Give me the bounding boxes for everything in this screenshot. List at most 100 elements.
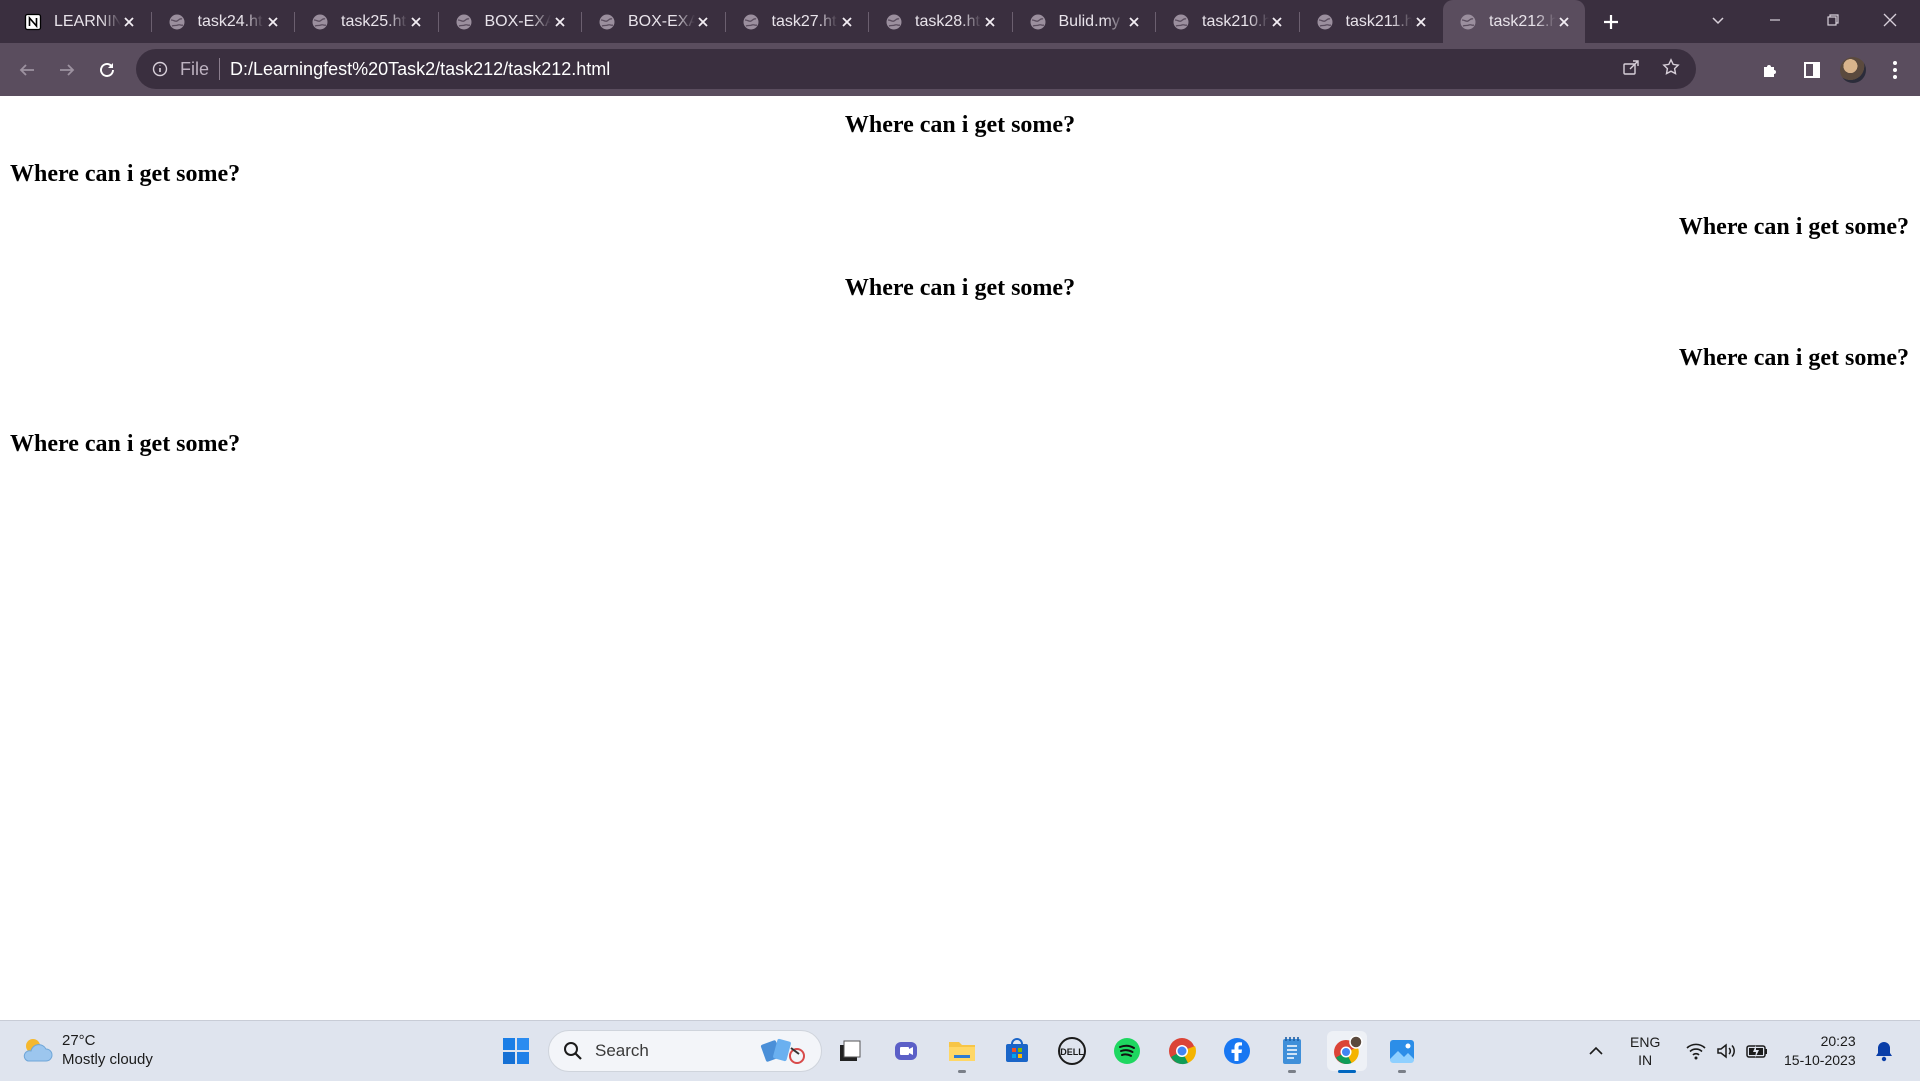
globe-icon bbox=[742, 13, 760, 31]
globe-icon bbox=[1316, 13, 1334, 31]
side-panel-icon bbox=[1804, 62, 1820, 78]
avatar bbox=[1840, 57, 1866, 83]
file-explorer-app[interactable] bbox=[942, 1031, 982, 1073]
language-indicator[interactable]: ENG IN bbox=[1630, 1021, 1660, 1081]
meet-icon bbox=[895, 1042, 917, 1060]
store-icon bbox=[1006, 1038, 1028, 1062]
forward-button[interactable] bbox=[50, 53, 84, 87]
folder-icon bbox=[949, 1042, 975, 1061]
tab-6[interactable]: task27.ht bbox=[726, 0, 868, 43]
info-icon[interactable] bbox=[150, 59, 170, 79]
tab-2[interactable]: task24.ht bbox=[152, 0, 294, 43]
windows-start-icon bbox=[503, 1038, 529, 1064]
tab-3[interactable]: task25.ht bbox=[295, 0, 437, 43]
tab-11[interactable]: task212.h bbox=[1443, 0, 1585, 43]
address-bar[interactable]: File D:/Learningfest%20Task2/task212/tas… bbox=[136, 49, 1696, 89]
search-highlight-icon bbox=[760, 1038, 805, 1064]
star-icon[interactable] bbox=[1662, 57, 1680, 81]
tab-7[interactable]: task28.ht bbox=[869, 0, 1011, 43]
chrome-profile-app[interactable] bbox=[1327, 1031, 1367, 1073]
store-app[interactable] bbox=[997, 1031, 1037, 1071]
heading-6: Where can i get some? bbox=[10, 431, 241, 457]
dell-app[interactable]: DELL bbox=[1052, 1031, 1092, 1071]
close-icon bbox=[1883, 13, 1897, 27]
close-icon[interactable] bbox=[1556, 13, 1573, 31]
quick-settings[interactable] bbox=[1685, 1021, 1769, 1081]
restore-icon bbox=[1827, 14, 1839, 26]
tab-label: task24.ht bbox=[197, 12, 263, 30]
chrome-icon bbox=[1169, 1038, 1196, 1065]
tab-5[interactable]: BOX-EXA bbox=[582, 0, 724, 43]
close-icon[interactable] bbox=[264, 13, 281, 31]
extensions-button[interactable] bbox=[1756, 55, 1786, 85]
close-icon[interactable] bbox=[695, 13, 712, 31]
reload-icon bbox=[100, 63, 114, 77]
globe-icon bbox=[311, 13, 329, 31]
kebab-menu-icon bbox=[1893, 61, 1897, 79]
close-icon[interactable] bbox=[1269, 13, 1286, 31]
close-icon[interactable] bbox=[838, 13, 855, 31]
bell-icon bbox=[1876, 1042, 1892, 1062]
tab-10[interactable]: task211.h bbox=[1300, 0, 1442, 43]
clock[interactable]: 20:23 15-10-2023 bbox=[1784, 1021, 1856, 1081]
tab-label: task211.h bbox=[1345, 12, 1413, 30]
spotify-app[interactable] bbox=[1107, 1031, 1147, 1071]
side-panel-button[interactable] bbox=[1797, 55, 1827, 85]
back-button[interactable] bbox=[10, 53, 44, 87]
task-view-button[interactable] bbox=[830, 1031, 870, 1071]
heading-4: Where can i get some? bbox=[844, 275, 1076, 301]
start-button[interactable] bbox=[496, 1031, 536, 1071]
tab-8[interactable]: Bulid.my bbox=[1013, 0, 1155, 43]
weather-temp: 27°C bbox=[62, 1032, 96, 1049]
close-icon[interactable] bbox=[982, 13, 999, 31]
heading-1: Where can i get some? bbox=[844, 112, 1076, 138]
profile-button[interactable] bbox=[1838, 55, 1868, 85]
reload-button[interactable] bbox=[90, 53, 124, 87]
globe-icon bbox=[1172, 13, 1190, 31]
globe-icon bbox=[1459, 13, 1477, 31]
new-tab-button[interactable] bbox=[1596, 8, 1626, 36]
tab-1[interactable]: LEARNIN bbox=[8, 0, 150, 43]
svg-text:DELL: DELL bbox=[1060, 1047, 1084, 1057]
tab-label: task210.h bbox=[1202, 12, 1269, 30]
taskbar-search[interactable]: Search bbox=[548, 1030, 822, 1072]
tab-label: Bulid.my bbox=[1058, 12, 1120, 30]
menu-button[interactable] bbox=[1880, 55, 1910, 85]
close-icon[interactable] bbox=[121, 13, 138, 31]
tab-search-button[interactable] bbox=[1690, 0, 1746, 40]
close-icon[interactable] bbox=[551, 13, 568, 31]
tab-9[interactable]: task210.h bbox=[1156, 0, 1298, 43]
address-url[interactable]: D:/Learningfest%20Task2/task212/task212.… bbox=[230, 59, 610, 80]
tab-4[interactable]: BOX-EXA bbox=[439, 0, 581, 43]
show-hidden-icons-button[interactable] bbox=[1588, 1021, 1604, 1081]
tab-label: BOX-EXA bbox=[484, 12, 552, 30]
heading-5: Where can i get some? bbox=[1678, 345, 1909, 371]
chrome-app[interactable] bbox=[1162, 1031, 1202, 1071]
tab-label: task27.ht bbox=[771, 12, 837, 30]
tab-label: BOX-EXA bbox=[628, 12, 695, 30]
notifications-button[interactable] bbox=[1874, 1021, 1894, 1081]
address-scheme: File bbox=[180, 58, 210, 79]
restore-button[interactable] bbox=[1805, 0, 1861, 40]
chevron-down-icon bbox=[1712, 17, 1724, 25]
spotify-icon bbox=[1114, 1038, 1140, 1064]
share-icon[interactable] bbox=[1622, 58, 1640, 81]
globe-icon bbox=[598, 13, 616, 31]
weather-widget[interactable]: 27°C Mostly cloudy bbox=[20, 1031, 153, 1069]
minimize-button[interactable] bbox=[1747, 0, 1803, 40]
active-indicator bbox=[1338, 1070, 1356, 1073]
photos-app[interactable] bbox=[1382, 1031, 1422, 1073]
tab-label: task212.h bbox=[1489, 12, 1556, 30]
notion-icon bbox=[24, 13, 42, 31]
facebook-app[interactable] bbox=[1217, 1031, 1257, 1071]
close-window-button[interactable] bbox=[1862, 0, 1918, 40]
close-icon[interactable] bbox=[1125, 13, 1142, 31]
notepad-app[interactable] bbox=[1272, 1031, 1312, 1073]
running-indicator bbox=[958, 1070, 966, 1073]
close-icon[interactable] bbox=[1412, 13, 1429, 31]
close-icon[interactable] bbox=[408, 13, 425, 31]
running-indicator bbox=[1288, 1070, 1296, 1073]
meet-app[interactable] bbox=[886, 1031, 926, 1071]
plus-icon bbox=[1604, 15, 1618, 29]
chrome-profile-icon bbox=[1334, 1035, 1363, 1065]
